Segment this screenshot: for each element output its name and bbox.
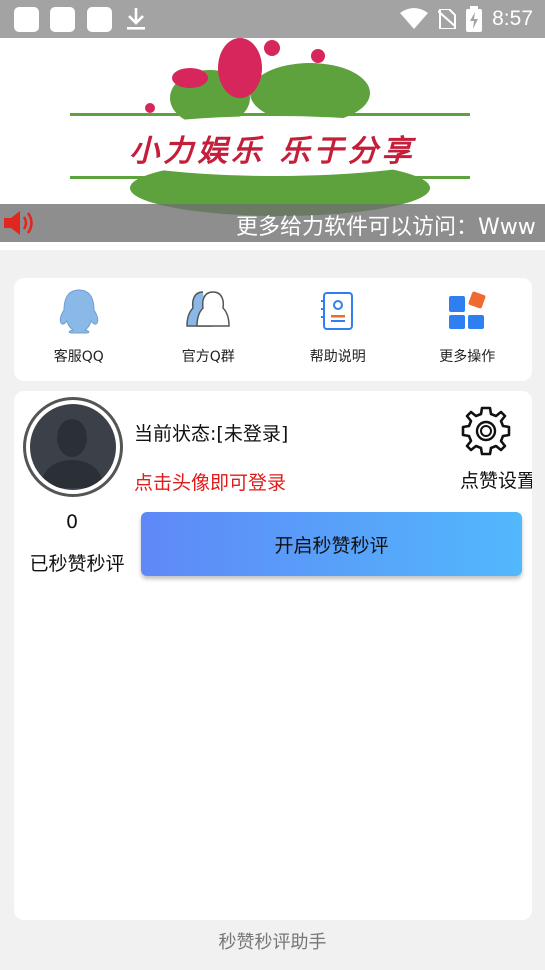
login-hint: 点击头像即可登录 <box>134 472 287 494</box>
blocks-icon <box>449 291 486 329</box>
app-footer-title: 秒赞秒评助手 <box>218 932 327 953</box>
no-sim-icon <box>438 9 457 29</box>
liked-count: 0 <box>65 511 79 533</box>
clock: 8:57 <box>492 7 533 30</box>
group-users-icon <box>186 291 231 327</box>
official-group-button[interactable]: 官方Q群 <box>144 278 274 381</box>
notification-icon <box>14 7 39 32</box>
grid-label: 更多操作 <box>439 349 496 365</box>
qq-penguin-icon <box>59 289 98 334</box>
user-silhouette-icon <box>40 419 104 488</box>
battery-charging-icon <box>466 6 483 32</box>
speaker-icon <box>4 211 33 235</box>
customer-service-qq-button[interactable]: 客服QQ <box>14 278 144 381</box>
grid-label: 官方Q群 <box>181 349 235 365</box>
gear-icon[interactable] <box>460 405 512 457</box>
wifi-icon <box>400 8 429 29</box>
liked-count-label: 已秒赞秒评 <box>29 553 125 575</box>
grid-label: 帮助说明 <box>309 349 366 365</box>
banner-logo-text: 小力娱乐 乐于分享 <box>129 134 416 169</box>
grid-label: 客服QQ <box>53 349 104 365</box>
like-settings-button[interactable]: 点赞设置 <box>460 466 532 498</box>
status-bar: 8:57 <box>0 0 545 38</box>
main-card: 当前状态:[未登录] 点击头像即可登录 点赞设置 0 已秒赞秒评 开启秒赞秒评 <box>14 391 532 920</box>
avatar[interactable] <box>23 397 123 497</box>
login-status: 当前状态:[未登录] <box>134 423 289 445</box>
document-icon <box>320 292 353 330</box>
banner[interactable]: 小力娱乐 乐于分享 更多给力软件可以访问：Www <box>0 38 545 250</box>
notification-icon <box>87 7 112 32</box>
notification-icon <box>50 7 75 32</box>
more-actions-button[interactable]: 更多操作 <box>403 278 533 381</box>
download-icon <box>127 8 145 30</box>
marquee-text: 更多给力软件可以访问：Www <box>236 215 536 240</box>
quick-actions: 客服QQ 官方Q群 帮助说明 更多操作 <box>14 278 532 381</box>
start-auto-like-button[interactable]: 开启秒赞秒评 <box>141 512 522 576</box>
help-button[interactable]: 帮助说明 <box>273 278 403 381</box>
avatar-image <box>30 404 116 490</box>
